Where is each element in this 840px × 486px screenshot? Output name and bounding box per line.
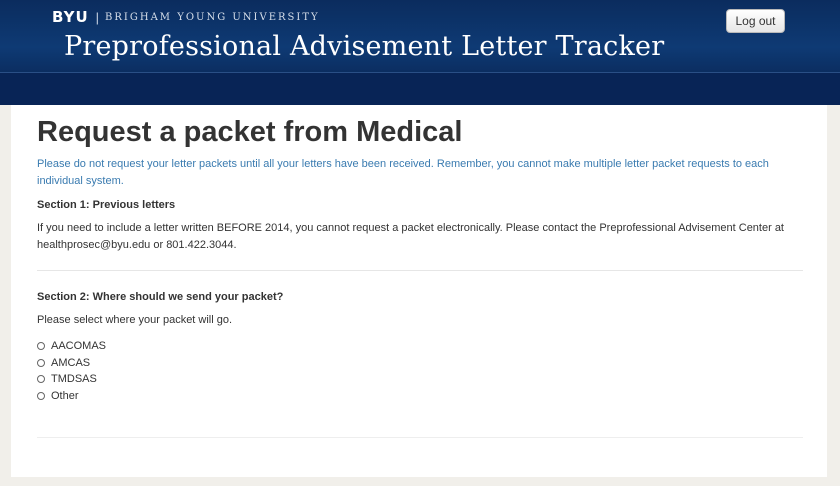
radio-label: AACOMAS: [51, 340, 107, 353]
university-logo[interactable]: BYU | BRIGHAM YOUNG UNIVERSITY: [52, 8, 320, 26]
radio-button[interactable]: [37, 375, 45, 384]
logo-separator: |: [95, 9, 100, 25]
bottom-divider: [37, 437, 803, 438]
section1-text: If you need to include a letter written …: [37, 222, 784, 251]
radio-option-other[interactable]: Other: [37, 388, 803, 405]
radio-option-aacomas[interactable]: AACOMAS: [37, 338, 803, 355]
section1-heading: Section 1: Previous letters: [37, 199, 176, 211]
radio-option-amcas[interactable]: AMCAS: [37, 355, 803, 372]
radio-label: TMDSAS: [51, 373, 97, 386]
content-card: Request a packet from Medical Please do …: [11, 105, 827, 477]
logout-button[interactable]: Log out: [726, 9, 785, 33]
radio-button[interactable]: [37, 342, 45, 351]
destination-radio-group: AACOMAS AMCAS TMDSAS Other: [37, 338, 803, 404]
radio-label: AMCAS: [51, 356, 91, 369]
app-title: Preprofessional Advisement Letter Tracke…: [64, 31, 665, 62]
radio-button[interactable]: [37, 391, 45, 400]
radio-label: Other: [51, 389, 79, 402]
byu-logo: BYU: [52, 8, 89, 26]
university-name: BRIGHAM YOUNG UNIVERSITY: [105, 11, 320, 23]
header-banner: BYU | BRIGHAM YOUNG UNIVERSITY Preprofes…: [0, 0, 840, 105]
notice-text: Please do not request your letter packet…: [37, 158, 769, 187]
section-divider: [37, 270, 803, 271]
radio-button[interactable]: [37, 358, 45, 367]
radio-option-tmdsas[interactable]: TMDSAS: [37, 371, 803, 388]
page-title: Request a packet from Medical: [37, 116, 463, 148]
main-content: Request a packet from Medical Please do …: [37, 105, 803, 438]
section2-heading: Section 2: Where should we send your pac…: [37, 291, 284, 303]
section2-prompt: Please select where your packet will go.: [37, 314, 233, 326]
nav-bar: [0, 72, 840, 105]
